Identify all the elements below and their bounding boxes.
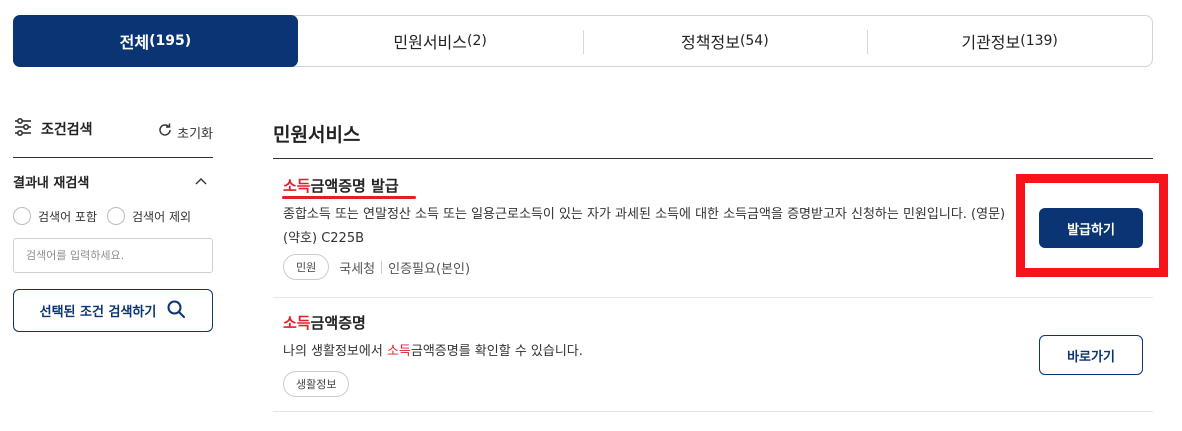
tab-agency-info-label: 기관정보 (961, 33, 1021, 52)
search-icon (156, 299, 186, 323)
tab-civil-service-count: (2) (467, 33, 487, 49)
tab-policy-info-label: 정책정보 (681, 33, 740, 52)
meta-separator (381, 260, 383, 274)
category-badge: 생활정보 (283, 371, 350, 397)
go-to-button[interactable]: 바로가기 (1039, 335, 1143, 375)
chevron-up-icon (195, 174, 207, 189)
result-title-highlight: 소득 (283, 314, 311, 332)
tab-civil-service-label: 민원서비스 (393, 33, 467, 52)
reset-label: 초기화 (177, 126, 213, 142)
radio-include-circle[interactable] (13, 207, 31, 225)
category-badge: 민원 (283, 254, 330, 280)
auth-requirement: 인증필요(본인) (388, 261, 471, 277)
radio-include-label: 검색어 포함 (38, 209, 98, 224)
result-title[interactable]: 소득금액증명 발급 (283, 175, 399, 196)
research-label: 결과내 재검색 (13, 176, 90, 191)
result-title-highlight: 소득 (283, 177, 311, 195)
tab-all[interactable]: 전체 (195) (13, 15, 298, 67)
filter-sliders-icon (13, 117, 41, 140)
search-mode-radios: 검색어 포함 검색어 제외 (13, 207, 191, 225)
tab-policy-info[interactable]: 정책정보 (54) (582, 16, 868, 66)
reset-button[interactable]: 초기화 (157, 122, 213, 142)
radio-exclude-keyword[interactable]: 검색어 제외 (107, 207, 191, 225)
result-title[interactable]: 소득금액증명 (283, 312, 366, 333)
tab-agency-info-count: (139) (1020, 33, 1058, 49)
research-input[interactable] (13, 238, 213, 273)
radio-exclude-label: 검색어 제외 (132, 209, 192, 224)
desc-part-pre: 나의 생활정보에서 (283, 344, 387, 359)
category-tabs: 전체 (195) 민원서비스 (2) 정책정보 (54) 기관정보 (139) (13, 15, 1153, 67)
tab-agency-info[interactable]: 기관정보 (139) (867, 16, 1152, 66)
result-title-rest: 금액증명 발급 (310, 177, 399, 195)
tab-all-count: (195) (149, 33, 192, 49)
result-title-rest: 금액증명 (310, 314, 366, 332)
agency-name: 국세청 (339, 261, 376, 277)
radio-include-keyword[interactable]: 검색어 포함 (13, 207, 97, 225)
result-meta: 생활정보 (283, 371, 359, 397)
tab-all-label: 전체 (119, 33, 150, 52)
result-meta: 민원 국세청 인증필요(본인) (283, 254, 470, 280)
title-underline (282, 196, 416, 199)
desc-part-post: 금액증명를 확인할 수 있습니다. (410, 344, 583, 359)
desc-highlight: 소득 (386, 344, 411, 359)
radio-exclude-circle[interactable] (107, 207, 126, 225)
search-selected-conditions-button[interactable]: 선택된 조건 검색하기 (13, 289, 213, 332)
result-description: 나의 생활정보에서 소득금액증명를 확인할 수 있습니다. (283, 340, 1013, 364)
issue-button[interactable]: 발급하기 (1039, 208, 1143, 248)
tab-civil-service[interactable]: 민원서비스 (2) (298, 16, 583, 66)
filter-title: 조건검색 (13, 117, 93, 140)
tab-policy-info-count: (54) (739, 33, 769, 49)
search-button-label: 선택된 조건 검색하기 (39, 305, 157, 320)
filter-header: 조건검색 초기화 (13, 117, 213, 158)
section-title: 민원서비스 (273, 124, 361, 146)
filter-title-label: 조건검색 (41, 122, 93, 138)
result-description: 종합소득 또는 연말정산 소득 또는 일용근로소득이 있는 자가 과세된 소득에… (283, 207, 1006, 246)
result-item: 소득금액증명 나의 생활정보에서 소득금액증명를 확인할 수 있습니다. 생활정… (273, 298, 1153, 412)
research-toggle[interactable]: 결과내 재검색 (13, 172, 213, 191)
refresh-icon (157, 122, 177, 142)
